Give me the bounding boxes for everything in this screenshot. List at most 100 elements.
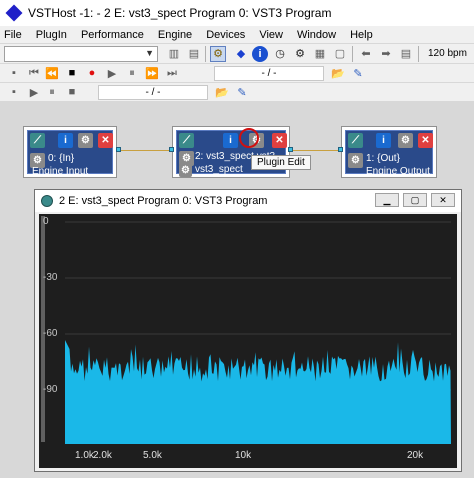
rewind-icon[interactable]: ⏪ [44,65,60,81]
menu-window[interactable]: Window [297,29,336,41]
menu-devices[interactable]: Devices [206,29,245,41]
info-icon[interactable]: i [223,133,238,148]
plugin-slot: 0: {In} [48,153,75,164]
pause-icon[interactable]: ⏸ [124,65,140,81]
arrow-right-icon[interactable]: ➡ [378,46,394,62]
editor-title: 2 E: vst3_spect Program 0: VST3 Program [59,195,268,207]
info-icon[interactable]: i [252,45,268,62]
settings-icon[interactable]: ⚙ [179,164,192,177]
player-toolbar: ▪ ⏮ ⏪ ■ ● ▶ ⏸ ⏩ ⏭ - / - 📂 ✎ [0,63,474,82]
bpm-display: 120 bpm [428,48,467,59]
doc-icon[interactable]: ▤ [398,46,414,62]
open-folder-icon[interactable]: 📂 [330,65,346,81]
forward-end-icon[interactable]: ⏭ [164,65,180,81]
y-tick-label: -30 [43,272,58,283]
layout-icon[interactable]: ▤ [186,46,202,62]
close-icon[interactable]: ✕ [272,133,287,148]
grip-icon: ▪ [12,86,16,98]
spectrum-plot: 0 -30 -60 -90 1.0k 2.0k 5.0k 10k 20k [39,214,457,468]
menu-performance[interactable]: Performance [81,29,144,41]
menu-help[interactable]: Help [350,29,373,41]
rewind-start-icon[interactable]: ⏮ [26,65,42,81]
output-pin[interactable] [288,147,293,152]
plugin-icon [41,195,53,207]
plugin-editor-window: 2 E: vst3_spect Program 0: VST3 Program … [34,189,462,472]
info-icon[interactable]: i [376,133,391,148]
autoconnect-icon[interactable]: ⚙ [210,45,226,62]
plugin-name: vst3_spect [195,164,243,175]
edit-icon[interactable]: ⟋ [179,133,194,148]
recorder-position: - / - [98,85,208,100]
menu-view[interactable]: View [259,29,283,41]
maximize-button[interactable]: ▢ [403,193,427,207]
grid-icon[interactable]: ▦ [312,46,328,62]
y-tick-label: -60 [43,328,58,339]
settings-icon[interactable]: ⚙ [292,46,308,62]
connection-wire [290,150,340,151]
player-position: - / - [214,66,324,81]
settings-icon[interactable]: ⚙ [348,153,363,168]
minimize-button[interactable]: ▁ [375,193,399,207]
close-icon[interactable]: ✕ [418,133,433,148]
x-tick-label: 2.0k [93,450,112,461]
pause-icon[interactable]: ⏸ [44,84,60,100]
info-icon[interactable]: i [58,133,73,148]
close-icon[interactable]: ✕ [98,133,113,148]
x-tick-label: 10k [235,450,252,461]
play-icon[interactable]: ▶ [26,84,42,100]
settings-icon[interactable]: ⚙ [398,133,413,148]
close-button[interactable]: ✕ [431,193,455,207]
connection-wire [117,150,173,151]
plugin-name: Engine Output [366,166,430,177]
y-tick-label: 0 [43,216,49,227]
plugin-engine-input[interactable]: ⟋ i ⚙ ✕ ⚙ 0: {In} Engine Input [23,126,117,178]
x-tick-label: 20k [407,450,424,461]
output-pin[interactable] [116,147,121,152]
separator [418,46,419,62]
spectrum-svg [41,216,451,444]
window-icon[interactable]: ▢ [332,46,348,62]
input-pin[interactable] [169,147,174,152]
settings-icon[interactable]: ⚙ [78,133,93,148]
grip-icon: ▪ [12,67,16,79]
plugin-vst3-spect[interactable]: ⟋ i ⚙ ✕ ⚙ ⚙ 2: vst3_spect vst3 vst3_spec… [172,126,290,178]
x-tick-label: 1.0k [75,450,94,461]
main-toolbar: ▼ ▥ ▤ ⚙ ◆ i ◷ ⚙ ▦ ▢ ⬅ ➡ ▤ 120 bpm [0,43,474,63]
mixer-icon[interactable]: ▥ [166,46,182,62]
arrow-left-icon[interactable]: ⬅ [358,46,374,62]
chevron-down-icon: ▼ [145,48,154,58]
save-icon[interactable]: ✎ [234,84,250,100]
stop-icon[interactable]: ■ [64,84,80,100]
plugin-edit-tooltip: Plugin Edit [251,155,311,170]
plugin-slot: 1: {Out} [366,153,400,164]
open-folder-icon[interactable]: 📂 [214,84,230,100]
input-pin[interactable] [338,147,343,152]
y-tick-label: -90 [43,384,58,395]
edit-icon[interactable]: ⟋ [348,133,363,148]
edit-icon[interactable]: ⟋ [30,133,45,148]
plugin-engine-output[interactable]: ⟋ i ⚙ ✕ ⚙ 1: {Out} Engine Output [341,126,437,178]
plugin-panel: ⟋ i ⚙ ✕ ⚙ 0: {In} Engine Input [27,130,113,177]
plugin-panel: ⟋ i ⚙ ✕ ⚙ 1: {Out} Engine Output [345,130,433,177]
menu-engine[interactable]: Engine [158,29,192,41]
menu-file[interactable]: File [4,29,22,41]
separator [352,46,353,62]
app-icon [5,4,23,22]
save-icon[interactable]: ✎ [350,65,366,81]
diamond-icon[interactable]: ◆ [233,46,249,62]
play-icon[interactable]: ▶ [104,65,120,81]
highlight-circle [239,128,259,148]
plugin-name: Engine Input [32,166,89,177]
separator [205,46,206,62]
window-title: VSTHost -1: - 2 E: vst3_spect Program 0:… [28,6,332,20]
menu-plugin[interactable]: PlugIn [36,29,67,41]
stop-icon[interactable]: ■ [64,65,80,81]
performance-select[interactable]: ▼ [4,46,158,62]
menu-bar: File PlugIn Performance Engine Devices V… [0,26,474,43]
record-icon[interactable]: ● [84,65,100,81]
forward-icon[interactable]: ⏩ [144,65,160,81]
spectrum-area [65,340,451,444]
recorder-toolbar: ▪ ▶ ⏸ ■ - / - 📂 ✎ [0,82,474,101]
x-tick-label: 5.0k [143,450,162,461]
clock-icon[interactable]: ◷ [272,46,288,62]
